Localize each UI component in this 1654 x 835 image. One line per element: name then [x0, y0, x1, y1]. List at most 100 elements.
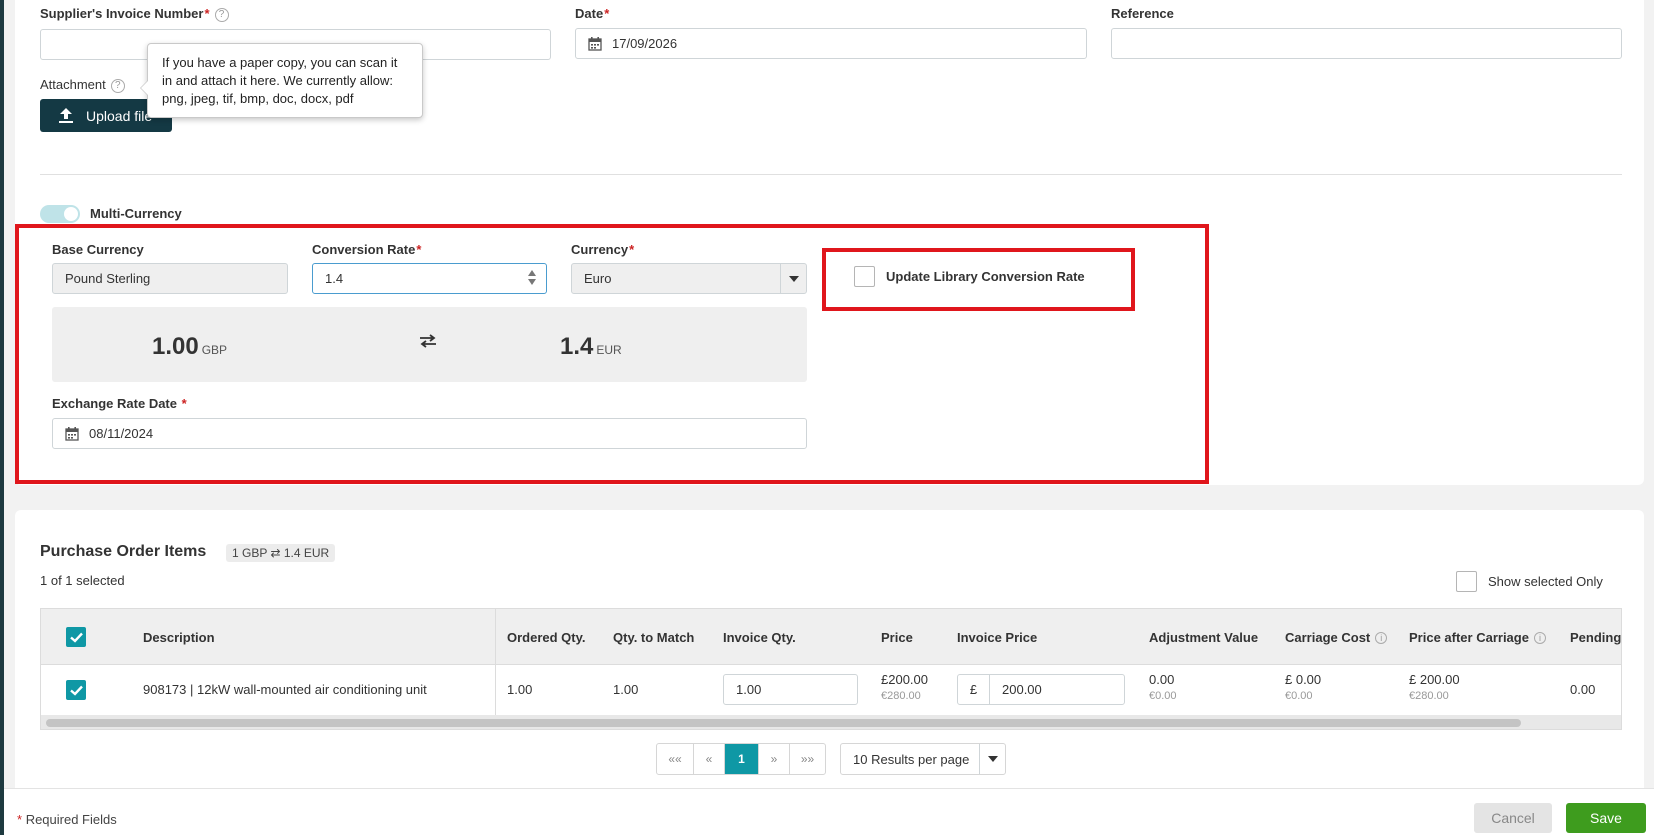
date-input[interactable]: 17/09/2026 — [575, 28, 1087, 59]
column-price-after-carriage[interactable]: Price after Carriage i — [1409, 630, 1546, 645]
upload-file-label: Upload file — [86, 107, 153, 124]
selection-count: 1 of 1 selected — [40, 573, 125, 588]
row-select-checkbox[interactable] — [66, 680, 86, 700]
column-pending[interactable]: Pending — [1570, 630, 1621, 645]
calendar-icon — [588, 36, 602, 51]
footer-bar — [4, 788, 1654, 835]
base-currency-label: Base Currency — [52, 242, 144, 257]
results-per-page-value: 10 Results per page — [853, 751, 970, 767]
converted-code: EUR — [596, 343, 622, 357]
attachment-tooltip: If you have a paper copy, you can scan i… — [140, 43, 423, 118]
converted-amount: 1.4 EUR — [560, 333, 622, 360]
multi-currency-toggle[interactable] — [40, 205, 80, 223]
row-adjustment-value: 0.00 €0.00 — [1149, 672, 1177, 702]
reference-label: Reference — [1111, 6, 1174, 21]
conversion-rate-input[interactable]: 1.4 — [312, 263, 547, 294]
column-ordered-qty[interactable]: Ordered Qty. — [507, 630, 586, 645]
base-code: GBP — [201, 343, 228, 357]
currency-select[interactable]: Euro — [571, 263, 807, 294]
info-icon[interactable]: i — [1533, 632, 1546, 644]
row-price-after-carriage-converted: €280.00 — [1409, 690, 1449, 702]
toggle-knob — [64, 207, 78, 221]
swap-arrows-icon — [420, 334, 436, 348]
calendar-icon — [65, 426, 79, 441]
row-qty-to-match: 1.00 — [613, 682, 639, 697]
row-ordered-qty: 1.00 — [507, 682, 533, 697]
row-pending: 0.00 — [1570, 682, 1596, 697]
row-description: 908173 | 12kW wall-mounted air condition… — [143, 682, 427, 697]
row-carriage-cost: £ 0.00 €0.00 — [1285, 672, 1322, 702]
reference-input[interactable] — [1111, 28, 1622, 59]
purchase-order-table: Description Ordered Qty. Qty. to Match I… — [40, 608, 1622, 730]
upload-icon — [59, 108, 73, 123]
attachment-label: Attachment? — [40, 77, 125, 93]
row-carriage-converted: €0.00 — [1285, 690, 1313, 702]
supplier-invoice-number-label: Supplier's Invoice Number*? — [40, 6, 229, 22]
currency-select-value: Euro — [584, 271, 612, 286]
base-currency-input: Pound Sterling — [52, 263, 288, 294]
results-per-page-select[interactable]: 10 Results per page — [840, 743, 1006, 775]
column-description[interactable]: Description — [143, 630, 215, 645]
page-1-button[interactable]: 1 — [725, 744, 759, 774]
currency-dropdown-button[interactable] — [780, 264, 806, 293]
column-qty-to-match[interactable]: Qty. to Match — [613, 630, 694, 645]
spin-down-icon[interactable] — [528, 279, 536, 285]
row-price: £200.00 €280.00 — [881, 672, 928, 702]
left-edge-strip — [0, 0, 4, 835]
check-icon — [70, 632, 83, 643]
required-fields-note: * Required Fields — [17, 812, 117, 827]
exchange-rate-date-label: Exchange Rate Date * — [52, 396, 187, 411]
column-invoice-qty[interactable]: Invoice Qty. — [723, 630, 796, 645]
row-price-converted: €280.00 — [881, 690, 921, 702]
column-carriage-cost[interactable]: Carriage Cost i — [1285, 630, 1388, 645]
tooltip-text: If you have a paper copy, you can scan i… — [162, 55, 398, 106]
spin-up-icon[interactable] — [528, 270, 536, 276]
row-price-after-carriage: £ 200.00 €280.00 — [1409, 672, 1460, 702]
exchange-rate-date-input[interactable]: 08/11/2024 — [52, 418, 807, 449]
tooltip-caret — [140, 80, 148, 96]
update-library-rate-label: Update Library Conversion Rate — [886, 269, 1085, 284]
show-selected-only-label: Show selected Only — [1488, 574, 1603, 589]
multi-currency-label: Multi-Currency — [90, 206, 182, 221]
horizontal-scrollbar[interactable] — [41, 715, 1621, 729]
conversion-rate-value: 1.4 — [325, 271, 344, 286]
section-divider — [40, 174, 1622, 175]
help-icon[interactable]: ? — [214, 8, 229, 22]
currency-label: Currency* — [571, 242, 635, 257]
check-icon — [70, 685, 83, 696]
pagination: «« « 1 » »» — [656, 743, 826, 775]
previous-page-button[interactable]: « — [694, 744, 725, 774]
select-all-checkbox[interactable] — [66, 627, 86, 647]
rate-spinner[interactable] — [528, 270, 536, 285]
conversion-preview-panel: 1.00 GBP 1.4 EUR — [52, 307, 807, 382]
exchange-rate-date-value: 08/11/2024 — [89, 426, 154, 441]
table-row: 908173 | 12kW wall-mounted air condition… — [41, 665, 1621, 715]
attachment-help-icon[interactable]: ? — [110, 79, 125, 93]
per-page-dropdown-button[interactable] — [979, 744, 1005, 774]
update-library-rate-checkbox[interactable] — [854, 266, 875, 287]
date-value: 17/09/2026 — [612, 36, 678, 51]
currency-symbol: £ — [958, 675, 990, 704]
column-price[interactable]: Price — [881, 630, 913, 645]
chevron-down-icon — [987, 756, 998, 762]
row-invoice-price-value: 200.00 — [1002, 682, 1042, 697]
rate-badge: 1 GBP ⇄ 1.4 EUR — [226, 544, 336, 562]
row-invoice-price-input[interactable]: £ 200.00 — [957, 674, 1125, 705]
purchase-order-title: Purchase Order Items — [40, 543, 207, 560]
column-separator — [495, 609, 496, 715]
save-button[interactable]: Save — [1566, 803, 1646, 833]
scrollbar-thumb[interactable] — [46, 719, 1521, 727]
base-amount: 1.00 GBP — [152, 333, 228, 360]
chevron-down-icon — [788, 275, 799, 282]
conversion-rate-label: Conversion Rate* — [312, 242, 422, 257]
info-icon[interactable]: i — [1375, 632, 1388, 644]
row-adjustment-converted: €0.00 — [1149, 690, 1177, 702]
show-selected-only-checkbox[interactable] — [1456, 571, 1477, 592]
first-page-button[interactable]: «« — [657, 744, 694, 774]
row-invoice-qty-input[interactable]: 1.00 — [723, 674, 858, 705]
column-invoice-price[interactable]: Invoice Price — [957, 630, 1037, 645]
column-adjustment-value[interactable]: Adjustment Value — [1149, 630, 1258, 645]
last-page-button[interactable]: »» — [790, 744, 825, 774]
next-page-button[interactable]: » — [759, 744, 790, 774]
cancel-button[interactable]: Cancel — [1474, 803, 1552, 833]
